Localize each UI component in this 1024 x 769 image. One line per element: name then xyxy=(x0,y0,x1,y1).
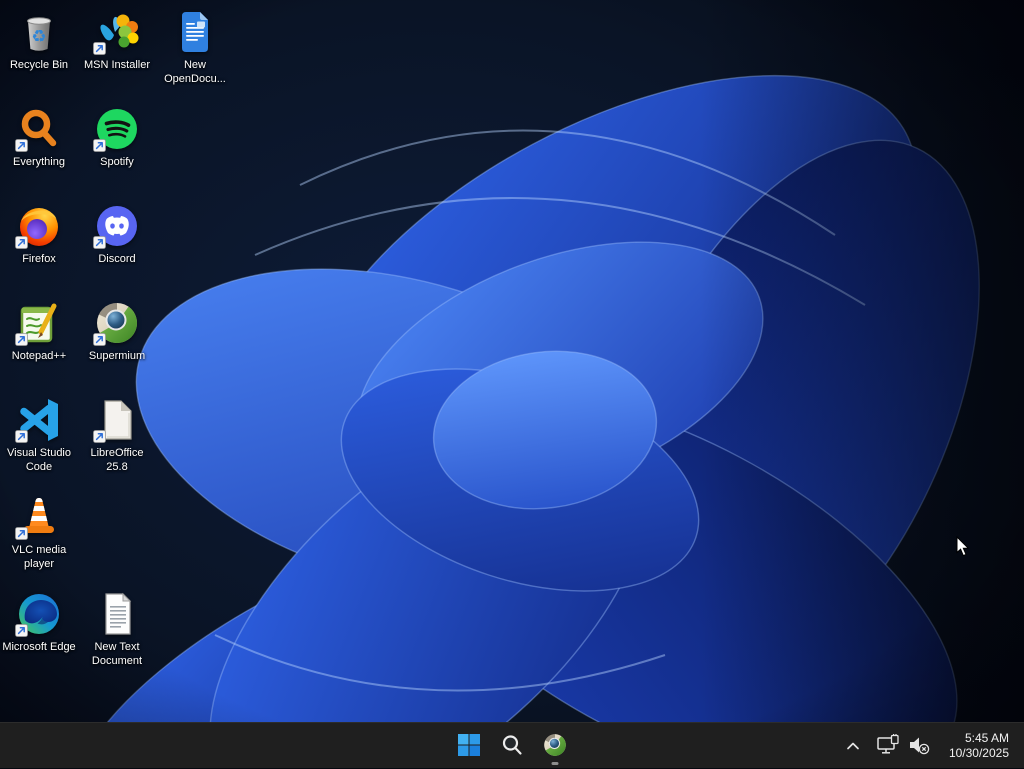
icon-label: New Text Document xyxy=(91,641,143,667)
recycle-bin-icon: ♻ xyxy=(15,8,63,56)
desktop-icon-everything[interactable]: Everything xyxy=(1,105,77,170)
desktop-icon-supermium[interactable]: Supermium xyxy=(79,299,155,364)
icon-label: MSN Installer xyxy=(83,59,151,71)
clock-time: 5:45 AM xyxy=(964,731,1009,745)
supermium-globe-icon xyxy=(93,299,141,347)
search-button[interactable] xyxy=(492,726,532,766)
icon-label: Everything xyxy=(13,156,65,168)
msn-butterfly-icon xyxy=(93,8,141,56)
opendocument-file-icon xyxy=(171,8,219,56)
everything-search-icon xyxy=(15,105,63,153)
desktop-icon-libreoffice[interactable]: LibreOffice 25.8 xyxy=(79,396,155,475)
shortcut-arrow-icon xyxy=(93,430,106,443)
desktop-icon-msn-installer[interactable]: MSN Installer xyxy=(79,8,155,73)
clock-date: 10/30/2025 xyxy=(948,746,1009,760)
desktop-icon-new-text-document[interactable]: New Text Document xyxy=(79,590,155,669)
desktop-icon-visual-studio-code[interactable]: Visual Studio Code xyxy=(1,396,77,475)
supermium-globe-icon xyxy=(542,732,568,761)
icon-label: Spotify xyxy=(100,156,134,168)
running-app-indicator xyxy=(551,762,559,765)
taskbar: 5:45 AM 10/30/2025 xyxy=(0,722,1024,768)
magnifier-icon xyxy=(500,733,524,760)
network-ethernet-icon xyxy=(876,733,900,759)
volume-muted-icon xyxy=(907,734,931,759)
clock[interactable]: 5:45 AM 10/30/2025 xyxy=(940,726,1018,766)
libreoffice-document-icon xyxy=(93,396,141,444)
desktop-icon-spotify[interactable]: Spotify xyxy=(79,105,155,170)
windows-logo-icon xyxy=(457,733,481,760)
spotify-icon xyxy=(93,105,141,153)
notepad-plus-plus-icon xyxy=(15,299,63,347)
icon-label: Notepad++ xyxy=(11,350,67,362)
shortcut-arrow-icon xyxy=(15,527,28,540)
tray-chevron-button[interactable] xyxy=(839,726,867,766)
edge-icon xyxy=(15,590,63,638)
desktop: ♻ Recycle Bin MSN Installer New OpenDocu… xyxy=(0,0,1024,722)
start-button[interactable] xyxy=(449,726,489,766)
shortcut-arrow-icon xyxy=(15,333,28,346)
shortcut-arrow-icon xyxy=(93,139,106,152)
icon-label: Discord xyxy=(98,253,136,265)
shortcut-arrow-icon xyxy=(15,624,28,637)
shortcut-arrow-icon xyxy=(15,430,28,443)
text-document-icon xyxy=(93,590,141,638)
icon-label: Recycle Bin xyxy=(9,59,69,71)
discord-icon xyxy=(93,202,141,250)
shortcut-arrow-icon xyxy=(93,236,106,249)
shortcut-arrow-icon xyxy=(15,139,28,152)
taskbar-center-buttons xyxy=(449,723,575,769)
shortcut-arrow-icon xyxy=(93,42,106,55)
desktop-icon-firefox[interactable]: Firefox xyxy=(1,202,77,267)
desktop-icon-notepad-plus-plus[interactable]: Notepad++ xyxy=(1,299,77,364)
network-volume-button[interactable] xyxy=(869,726,938,766)
icon-label: VLC media player xyxy=(11,544,67,570)
icon-label: New OpenDocu... xyxy=(164,59,226,85)
supermium-browser-button[interactable] xyxy=(535,726,575,766)
desktop-icon-recycle-bin[interactable]: ♻ Recycle Bin xyxy=(1,8,77,73)
firefox-icon xyxy=(15,202,63,250)
icon-label: Supermium xyxy=(88,350,146,362)
icon-label: Visual Studio Code xyxy=(6,447,71,473)
desktop-icon-discord[interactable]: Discord xyxy=(79,202,155,267)
desktop-icon-new-opendocument[interactable]: New OpenDocu... xyxy=(157,8,233,87)
svg-text:♻: ♻ xyxy=(31,27,46,46)
icon-label: Microsoft Edge xyxy=(2,641,76,653)
icon-label: LibreOffice 25.8 xyxy=(90,447,144,473)
vscode-icon xyxy=(15,396,63,444)
chevron-up-icon xyxy=(846,739,860,754)
desktop-icon-microsoft-edge[interactable]: Microsoft Edge xyxy=(1,590,77,655)
desktop-icon-vlc[interactable]: VLC media player xyxy=(1,493,77,572)
shortcut-arrow-icon xyxy=(93,333,106,346)
vlc-cone-icon xyxy=(15,493,63,541)
shortcut-arrow-icon xyxy=(15,236,28,249)
system-tray: 5:45 AM 10/30/2025 xyxy=(839,723,1018,769)
icon-label: Firefox xyxy=(22,253,56,265)
